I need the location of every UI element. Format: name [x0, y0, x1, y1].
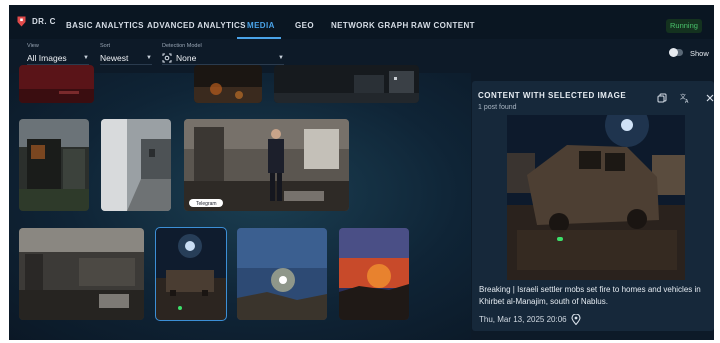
- show-toggle[interactable]: [669, 48, 683, 57]
- selected-image: [507, 115, 685, 280]
- view-select-label: View: [27, 43, 39, 49]
- post-meta: Thu, Mar 13, 2025 20:06: [479, 314, 581, 325]
- top-navigation-bar: DR. C BASIC ANALYTICS ADVANCED ANALYTICS…: [9, 5, 714, 39]
- detection-model-value-row: None ▼: [162, 51, 284, 65]
- tab-advanced-analytics[interactable]: ADVANCED ANALYTICS: [147, 21, 246, 30]
- post-timestamp: Thu, Mar 13, 2025 20:06: [479, 315, 567, 324]
- show-toggle-label: Show: [690, 49, 709, 58]
- view-select-value: All Images: [27, 52, 67, 63]
- shield-logo-icon: [17, 16, 26, 27]
- chevron-down-icon: ▼: [146, 54, 152, 61]
- view-select[interactable]: View All Images ▼: [27, 43, 89, 65]
- panel-title: CONTENT WITH SELECTED IMAGE: [478, 91, 627, 100]
- view-select-value-row: All Images ▼: [27, 51, 89, 65]
- svg-text:A: A: [685, 99, 689, 103]
- brand[interactable]: DR. C: [17, 16, 56, 27]
- thumb-row1-2[interactable]: [194, 65, 262, 103]
- chevron-down-icon: ▼: [278, 54, 284, 61]
- thumb-row3-1[interactable]: [19, 228, 144, 320]
- thumb-row2-1[interactable]: [19, 119, 89, 211]
- chevron-down-icon: ▼: [83, 54, 89, 61]
- thumb-row3-2[interactable]: [155, 227, 227, 321]
- media-gallery: Telegram: [9, 65, 471, 340]
- sort-select-label: Sort: [100, 43, 111, 49]
- detection-model-value: None: [176, 52, 197, 63]
- brand-label: DR. C: [32, 17, 56, 26]
- telegram-watermark: Telegram: [196, 201, 217, 207]
- post-count: 1 post found: [478, 104, 517, 111]
- location-pin-icon[interactable]: [571, 314, 581, 325]
- detection-model-select[interactable]: Detection Model None ▼: [162, 43, 284, 65]
- content-panel: CONTENT WITH SELECTED IMAGE 1 post found…: [472, 81, 714, 331]
- tab-basic-analytics[interactable]: BASIC ANALYTICS: [66, 21, 144, 30]
- scan-icon: [162, 53, 172, 62]
- tab-geo[interactable]: GEO: [295, 21, 314, 30]
- tab-raw-content[interactable]: RAW CONTENT: [411, 21, 475, 30]
- sort-select-value: Newest: [100, 52, 129, 63]
- thumb-row3-4[interactable]: [339, 228, 409, 320]
- thumb-row3-3[interactable]: [237, 228, 327, 320]
- thumb-row2-3[interactable]: Telegram: [184, 119, 349, 211]
- sort-select[interactable]: Sort Newest ▼: [100, 43, 152, 65]
- status-badge: Running: [666, 19, 702, 33]
- sort-select-value-row: Newest ▼: [100, 51, 152, 65]
- copy-icon[interactable]: [657, 93, 667, 103]
- post-caption: Breaking | Israeli settler mobs set fire…: [479, 285, 701, 306]
- tab-network-graph[interactable]: NETWORK GRAPH: [331, 21, 409, 30]
- media-app: DR. C BASIC ANALYTICS ADVANCED ANALYTICS…: [9, 5, 714, 340]
- tab-media[interactable]: MEDIA: [247, 21, 275, 30]
- thumb-row1-1[interactable]: [19, 65, 94, 103]
- thumb-row1-3[interactable]: [274, 65, 419, 103]
- close-icon[interactable]: [705, 93, 714, 103]
- translate-icon[interactable]: 文 A: [680, 93, 690, 103]
- detection-model-label: Detection Model: [162, 43, 202, 49]
- thumb-row2-2[interactable]: [101, 119, 171, 211]
